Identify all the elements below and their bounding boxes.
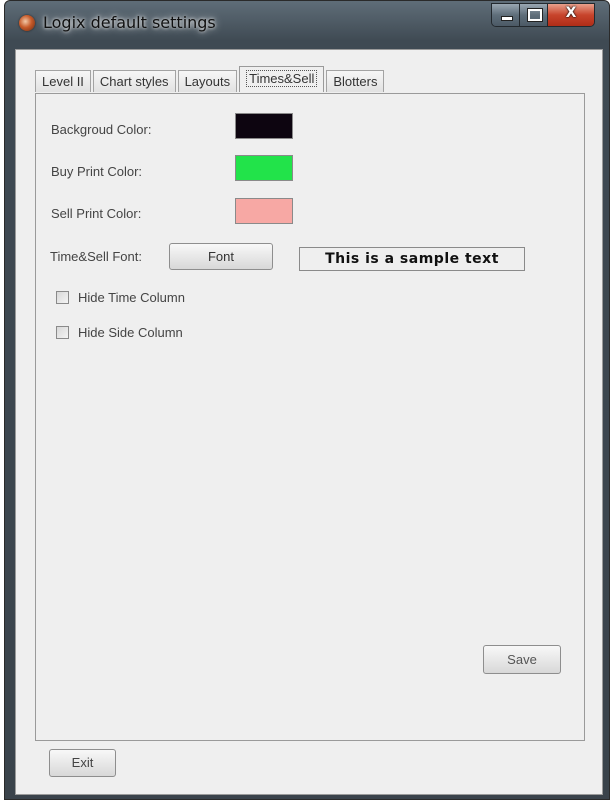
- hide-side-column-row[interactable]: Hide Side Column: [56, 325, 183, 340]
- tab-strip: Level II Chart styles Layouts Times&Sell…: [35, 66, 386, 92]
- font-button[interactable]: Font: [169, 243, 273, 270]
- tab-level-ii[interactable]: Level II: [35, 70, 91, 92]
- hide-time-column-checkbox[interactable]: [56, 291, 69, 304]
- caption-buttons: X: [491, 3, 595, 27]
- title-bar[interactable]: Logix default settings X: [5, 1, 609, 47]
- logix-app-icon[interactable]: [19, 15, 35, 31]
- exit-button[interactable]: Exit: [49, 749, 116, 777]
- buy-print-color-swatch[interactable]: [235, 155, 293, 181]
- maximize-icon: [527, 8, 543, 22]
- tab-label: Layouts: [184, 74, 231, 89]
- tab-label: Chart styles: [99, 74, 169, 89]
- settings-window: Logix default settings X Level II Chart …: [4, 0, 610, 800]
- tab-layouts[interactable]: Layouts: [177, 70, 238, 92]
- tab-blotters[interactable]: Blotters: [326, 70, 385, 92]
- tab-label: Blotters: [333, 74, 378, 89]
- tab-times-sell[interactable]: Times&Sell: [239, 66, 325, 92]
- font-sample-text: This is a sample text: [299, 247, 525, 271]
- close-button[interactable]: X: [548, 4, 594, 26]
- close-icon: X: [565, 5, 577, 21]
- hide-time-column-row[interactable]: Hide Time Column: [56, 290, 185, 305]
- hide-time-column-label[interactable]: Hide Time Column: [78, 290, 185, 305]
- minimize-icon: [501, 16, 513, 21]
- minimize-button[interactable]: [492, 4, 520, 26]
- tab-label: Level II: [42, 74, 84, 89]
- dialog-client-area: Level II Chart styles Layouts Times&Sell…: [15, 49, 603, 795]
- times-sell-panel: Backgroud Color: Buy Print Color: Sell P…: [35, 93, 585, 741]
- buy-print-color-label: Buy Print Color:: [51, 164, 143, 179]
- window-title: Logix default settings: [43, 13, 216, 32]
- hide-side-column-checkbox[interactable]: [56, 326, 69, 339]
- sell-print-color-swatch[interactable]: [235, 198, 293, 224]
- tab-label: Times&Sell: [246, 70, 318, 87]
- background-color-swatch[interactable]: [235, 113, 293, 139]
- sell-print-color-label: Sell Print Color:: [51, 206, 142, 221]
- background-color-label: Backgroud Color:: [51, 122, 152, 137]
- maximize-button[interactable]: [520, 4, 548, 26]
- save-button[interactable]: Save: [483, 645, 561, 674]
- tab-chart-styles[interactable]: Chart styles: [92, 70, 176, 92]
- hide-side-column-label[interactable]: Hide Side Column: [78, 325, 183, 340]
- time-sell-font-label: Time&Sell Font:: [50, 249, 142, 264]
